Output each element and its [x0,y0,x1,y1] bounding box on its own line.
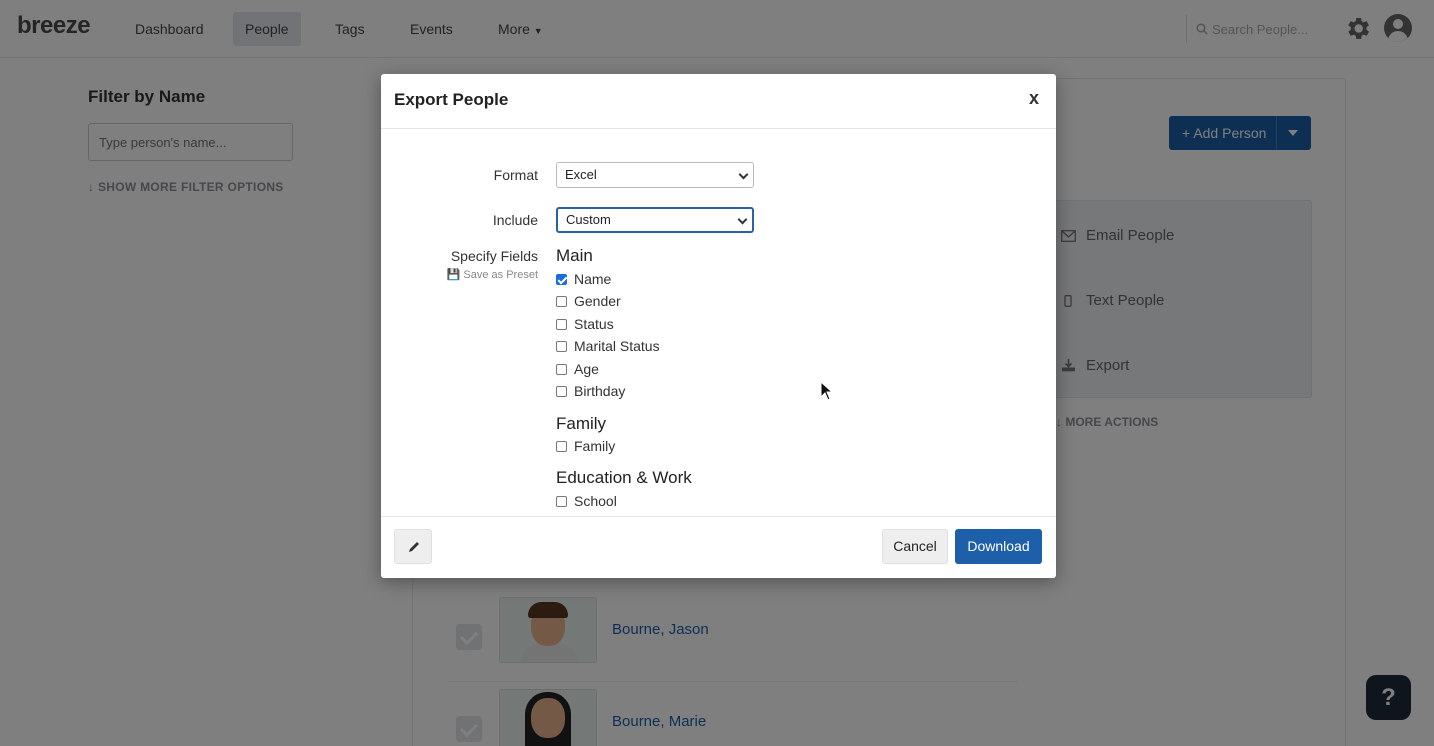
group-title-main: Main [556,246,593,265]
mouse-cursor-icon [820,381,834,401]
field-label: Status [574,316,614,332]
checkbox[interactable] [556,385,567,397]
field-label: School [574,493,617,509]
checkbox[interactable] [556,340,567,352]
field-label: Gender [574,293,621,309]
modal-header: Export People x [381,74,1056,129]
modal-title: Export People [394,90,509,109]
pencil-icon [409,542,419,552]
format-label: Format [493,167,538,183]
format-select-value: Excel [565,167,597,182]
download-button[interactable]: Download [955,529,1042,564]
floppy-disk-icon: 💾 [446,269,461,281]
field-school-checkbox[interactable]: School [556,493,617,509]
specify-fields-label: Specify Fields [450,248,538,264]
field-label: Marital Status [574,338,660,354]
include-select-value: Custom [566,212,611,227]
checkbox[interactable] [556,295,567,307]
modal-body: Format Excel Include Custom Specify Fiel… [381,130,1056,516]
export-people-modal: Export People x Format Excel Include Cus… [381,74,1056,578]
checkbox[interactable] [556,363,567,375]
field-age-checkbox[interactable]: Age [556,361,599,377]
field-marital-status-checkbox[interactable]: Marital Status [556,338,660,354]
format-select[interactable]: Excel [556,162,754,188]
chevron-down-icon [737,214,748,225]
field-label: Family [574,438,616,454]
cancel-button[interactable]: Cancel [882,529,948,564]
field-family-checkbox[interactable]: Family [556,438,615,454]
group-title-family: Family [556,414,607,433]
field-label: Name [574,271,612,287]
save-as-preset-link[interactable]: 💾 Save as Preset [381,268,538,281]
group-title-education-work: Education & Work [556,468,692,487]
checkbox-checked[interactable] [556,273,567,285]
checkbox[interactable] [556,440,567,452]
field-label: Age [574,361,599,377]
field-gender-checkbox[interactable]: Gender [556,293,621,309]
close-icon[interactable]: x [1029,88,1039,109]
edit-button[interactable] [394,529,432,564]
checkbox[interactable] [556,495,567,507]
modal-footer: Cancel Download [381,516,1056,578]
field-status-checkbox[interactable]: Status [556,316,614,332]
field-name-checkbox[interactable]: Name [556,271,611,287]
chevron-down-icon [738,169,749,180]
save-as-preset-label: Save as Preset [463,269,538,281]
include-label: Include [492,212,538,228]
include-select[interactable]: Custom [556,207,754,233]
checkbox[interactable] [556,318,567,330]
field-label: Birthday [574,383,626,399]
field-birthday-checkbox[interactable]: Birthday [556,383,625,399]
